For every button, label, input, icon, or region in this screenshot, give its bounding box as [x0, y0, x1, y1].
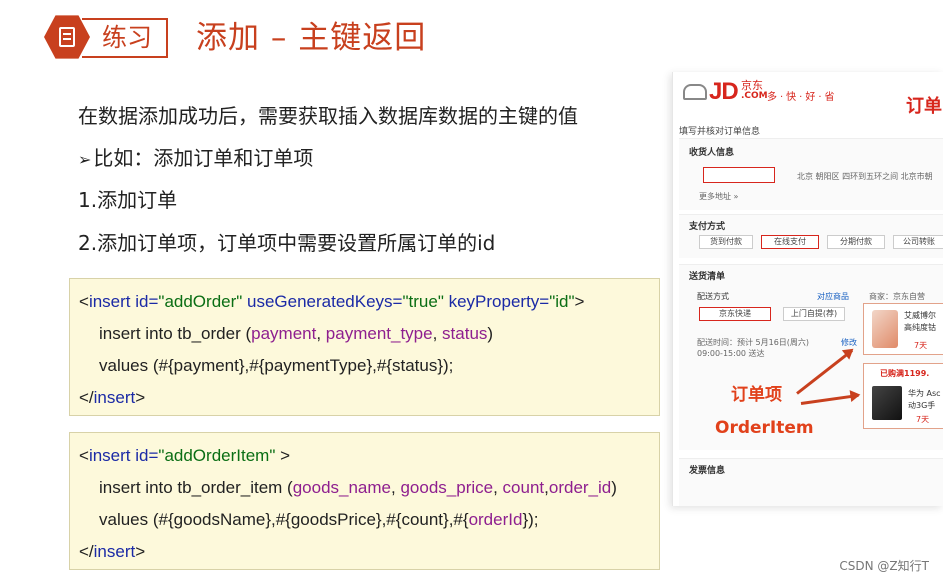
code-attr: useGeneratedKeys= [242, 292, 403, 311]
exercise-label: 练习 [82, 18, 168, 58]
code-text: , [432, 324, 443, 343]
more-address-link[interactable]: 更多地址 » [699, 191, 738, 202]
payment-section: 支付方式 货到付款 在线支付 分期付款 公司转账 [679, 214, 943, 258]
jd-logo-com: .COM [741, 91, 768, 101]
invoice-heading: 发票信息 [689, 466, 726, 476]
goods-tag: 7天 [914, 341, 928, 350]
code-column: goods_price [400, 478, 494, 497]
invoice-section: 发票信息 [679, 458, 943, 506]
pay-option[interactable]: 分期付款 [827, 235, 885, 249]
code-text: insert into tb_order ( [99, 324, 252, 343]
merchant-label: 商家：京东自营 [869, 292, 925, 301]
code-column: status [442, 324, 488, 343]
step-2-text: 2.添加订单项，订单项中需要设置所属订单的id [78, 231, 496, 255]
jd-logo: JD [709, 78, 739, 105]
code-text: ) [611, 478, 617, 497]
code-punct: </ [79, 542, 94, 561]
shipping-heading: 送货清单 [689, 272, 726, 282]
goods-name: 华为 Asc [908, 389, 941, 398]
intro-text: 在数据添加成功后，需要获取插入数据库数据的主键的值 [78, 104, 578, 128]
order-item-annotation: 订单项 [731, 385, 782, 405]
code-punct: > [135, 388, 146, 407]
code-line: insert into tb_order (payment, payment_t… [99, 323, 493, 345]
code-punct: > [574, 292, 585, 311]
code-string: "addOrder" [158, 292, 243, 311]
code-attr: id= [130, 446, 159, 465]
example-line: ➢ 比如：添加订单和订单项 [78, 144, 313, 174]
code-column: payment_type [325, 324, 433, 343]
delivery-option[interactable]: 上门自提(荐) [783, 307, 845, 321]
code-tag: insert [93, 542, 136, 561]
code-column: count [502, 478, 545, 497]
address-text: 北京 朝阳区 四环到五环之间 北京市朝 [797, 172, 933, 181]
code-line: </insert> [79, 387, 145, 409]
code-text: values (#{payment},#{paymentType},#{stat… [99, 356, 454, 375]
code-block-add-order-item: <insert id="addOrderItem" > insert into … [69, 432, 660, 570]
code-attr: id= [130, 292, 159, 311]
code-text: }); [522, 510, 539, 529]
code-tag: insert [88, 292, 131, 311]
code-line: <insert id="addOrder" useGeneratedKeys="… [79, 291, 584, 313]
code-line: </insert> [79, 541, 145, 563]
code-punct: > [275, 446, 291, 465]
goods-card: 已购满1199. 华为 Asc 动3G手 7天 [863, 363, 943, 429]
jd-order-screenshot: JD 京东 .COM 多·快·好·省 订单 填写并核对订单信息 收货人信息 北京… [672, 72, 943, 506]
document-icon [59, 27, 75, 47]
recipient-heading: 收货人信息 [689, 148, 735, 158]
recipient-input[interactable] [703, 167, 775, 183]
code-text: ) [487, 324, 494, 343]
order-item-annotation-en: OrderItem [715, 418, 814, 438]
pay-option-selected[interactable]: 在线支付 [761, 235, 819, 249]
delivery-option-selected[interactable]: 京东快递 [699, 307, 771, 321]
example-text: 比如：添加订单和订单项 [93, 146, 314, 170]
code-punct: </ [79, 388, 94, 407]
code-text: , [316, 324, 326, 343]
code-text: insert into tb_order_item ( [99, 478, 293, 497]
code-block-add-order: <insert id="addOrder" useGeneratedKeys="… [69, 278, 660, 416]
code-punct: < [79, 292, 89, 311]
jd-subtitle: 填写并核对订单信息 [679, 127, 761, 137]
goods-desc: 动3G手 [908, 401, 936, 410]
arrow-bullet-icon: ➢ [78, 150, 92, 169]
code-string: "true" [402, 292, 444, 311]
code-line: <insert id="addOrderItem" > [79, 445, 290, 467]
payment-heading: 支付方式 [689, 222, 726, 232]
jd-slogan: 多·快·好·省 [767, 92, 838, 103]
matching-goods-link[interactable]: 对应商品 [817, 291, 849, 302]
code-attr: keyProperty= [443, 292, 550, 311]
code-punct: > [135, 542, 146, 561]
code-text: , [493, 478, 503, 497]
step-1-text: 1.添加订单 [78, 188, 178, 212]
promo-text: 已购满1199. [880, 369, 930, 378]
goods-image [872, 310, 898, 348]
code-punct: < [79, 446, 89, 465]
recipient-section: 收货人信息 北京 朝阳区 四环到五环之间 北京市朝 更多地址 » [679, 138, 943, 210]
jd-dog-icon [683, 84, 707, 100]
code-text: values (#{goodsName},#{goodsPrice},#{cou… [99, 510, 469, 529]
jd-logo-cn: 京东 [741, 79, 763, 92]
pay-option[interactable]: 公司转账 [893, 235, 943, 249]
page-title: 添加 – 主键返回 [196, 20, 427, 56]
code-tag: insert [88, 446, 131, 465]
jd-order-title: 订单 [906, 96, 942, 117]
code-line: values (#{payment},#{paymentType},#{stat… [99, 355, 453, 377]
goods-tag: 7天 [916, 415, 930, 424]
code-column: order_id [548, 478, 612, 497]
goods-card: 艾威博尔 高纯度钴 7天 [863, 303, 943, 355]
code-string: "id" [549, 292, 575, 311]
code-string: "addOrderItem" [158, 446, 276, 465]
code-line: insert into tb_order_item (goods_name, g… [99, 477, 617, 499]
goods-name: 艾威博尔 [904, 311, 936, 320]
goods-desc: 高纯度钴 [904, 323, 936, 332]
pay-option[interactable]: 货到付款 [699, 235, 753, 249]
code-column: goods_name [292, 478, 392, 497]
code-line: values (#{goodsName},#{goodsPrice},#{cou… [99, 509, 539, 531]
goods-image [872, 386, 902, 420]
delivery-time: 配送时间：预计 5月16日(周六) 09:00-15:00 送达 [697, 338, 810, 358]
code-column: payment [251, 324, 317, 343]
code-tag: insert [93, 388, 136, 407]
watermark: CSDN @Z知行T [839, 559, 929, 573]
code-column: orderId [468, 510, 523, 529]
delivery-label: 配送方式 [697, 292, 729, 301]
